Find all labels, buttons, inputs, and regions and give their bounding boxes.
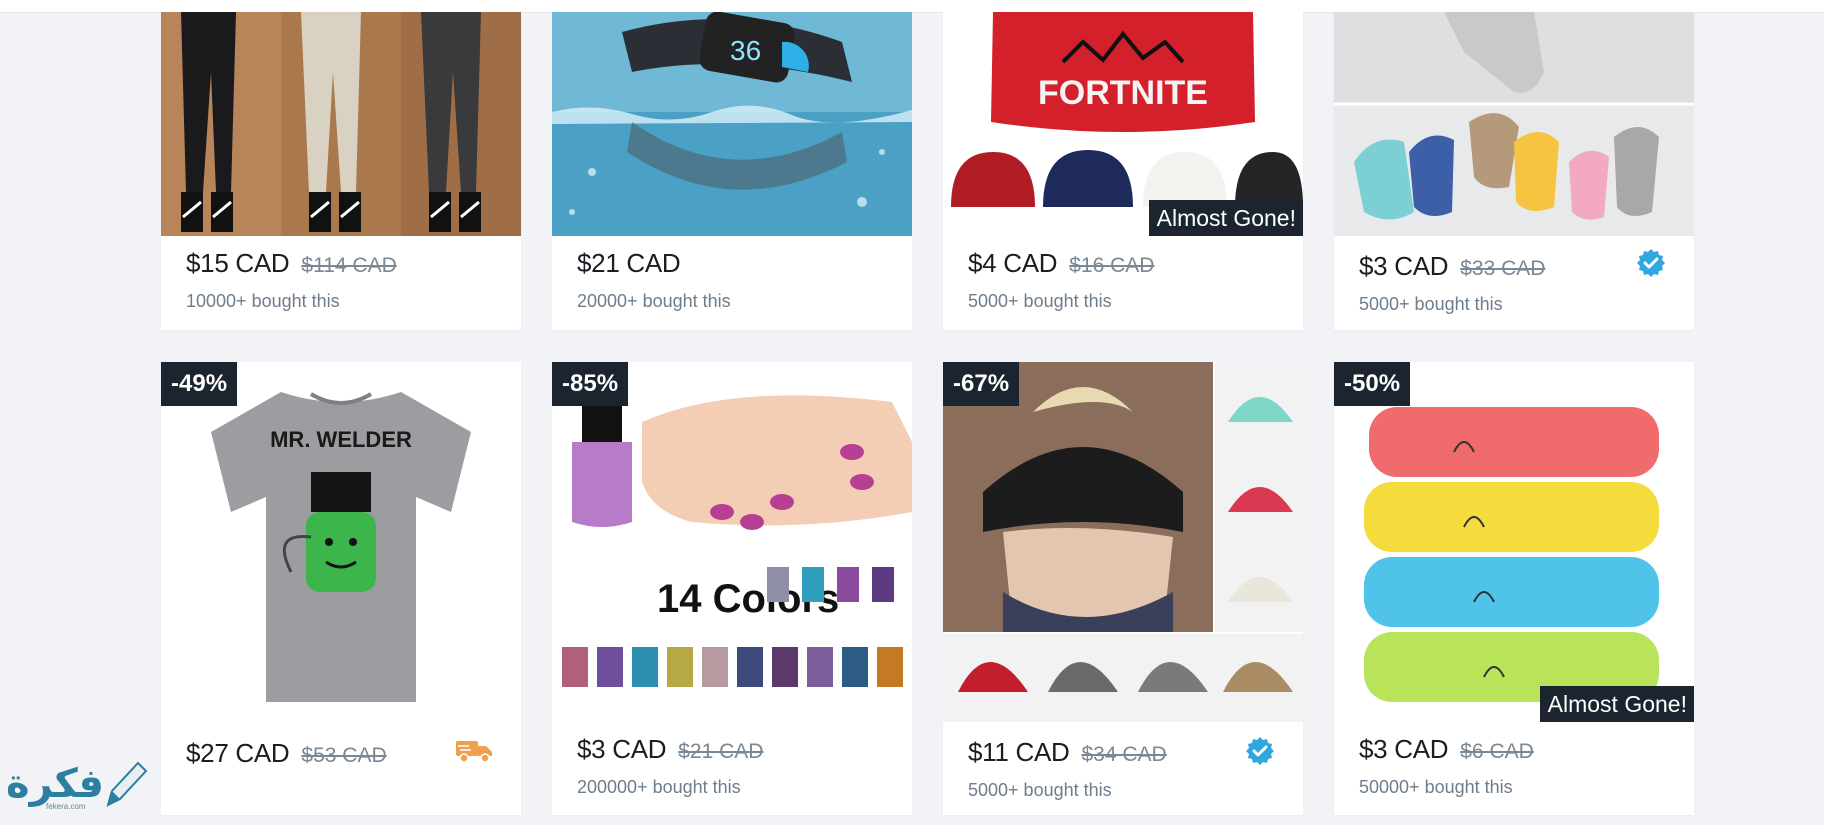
price: $15 CAD (186, 248, 290, 278)
sold-count: 200000+ bought this (577, 777, 741, 797)
discount-tag: -49% (161, 362, 238, 406)
watermark-subtext: fekera.com (46, 802, 86, 811)
product-card[interactable]: -67% $11 CAD $34 CAD 5000+ bought this (943, 362, 1303, 815)
almost-gone-tag: Almost Gone! (1148, 200, 1303, 236)
price: $3 CAD (1359, 251, 1449, 281)
sold-count: 20000+ bought this (577, 291, 731, 311)
product-grid-row-1: $15 CAD $114 CAD 10000+ bought this 36 $… (161, 12, 1694, 330)
original-price: $53 CAD (301, 744, 387, 767)
discount-tag: -85% (552, 362, 629, 406)
product-card[interactable]: 36 $21 CAD 20000+ bought this (552, 12, 912, 330)
pencil-icon (106, 761, 148, 807)
original-price: $34 CAD (1081, 743, 1167, 766)
discount-tag: -50% (1334, 362, 1411, 406)
product-image-nail-polish: 14 Colors -85% (552, 362, 912, 722)
price: $3 CAD (577, 734, 667, 764)
original-price: $114 CAD (301, 254, 397, 277)
product-image-ponytail-beanie: -67% (943, 362, 1303, 722)
product-image-towels: -50% Almost Gone! (1334, 362, 1694, 722)
verified-check-icon (1636, 248, 1666, 283)
original-price: $33 CAD (1460, 257, 1546, 280)
product-card[interactable]: 14 Colors -85% $3 CAD $21 CAD 200000+ bo… (552, 362, 912, 815)
product-image-beanies: FORTNITE Almost Gone! (943, 12, 1303, 236)
sold-count: 50000+ bought this (1359, 777, 1513, 797)
verified-check-icon (1245, 736, 1275, 771)
sold-count: 5000+ bought this (1359, 294, 1503, 314)
original-price: $16 CAD (1069, 254, 1155, 277)
product-card[interactable]: $3 CAD $33 CAD 5000+ bought this (1334, 12, 1694, 330)
product-image-joggers (161, 12, 521, 236)
discount-tag: -67% (943, 362, 1020, 406)
product-image-tshirt: MR. WELDER -49% (161, 362, 521, 722)
sold-count: 5000+ bought this (968, 291, 1112, 311)
original-price: $6 CAD (1460, 740, 1534, 763)
sold-count: 10000+ bought this (186, 291, 340, 311)
watermark-text: فكرة (6, 761, 104, 807)
watch-display: 36 (730, 35, 761, 66)
original-price: $21 CAD (678, 740, 764, 763)
product-image-baby-socks (1334, 12, 1694, 236)
product-card[interactable]: MR. WELDER -49% $27 CAD $53 CAD (161, 362, 521, 815)
product-card[interactable]: $15 CAD $114 CAD 10000+ bought this (161, 12, 521, 330)
price: $27 CAD (186, 738, 290, 768)
product-grid-row-2: MR. WELDER -49% $27 CAD $53 CAD 14 Color… (161, 362, 1694, 815)
almost-gone-tag: Almost Gone! (1539, 686, 1694, 722)
price: $4 CAD (968, 248, 1058, 278)
price: $21 CAD (577, 248, 681, 278)
delivery-truck-icon (455, 738, 493, 769)
beanie-print: FORTNITE (1038, 74, 1208, 112)
price: $3 CAD (1359, 734, 1449, 764)
tshirt-print: MR. WELDER (270, 427, 412, 452)
product-image-fitness-band: 36 (552, 12, 912, 236)
product-card[interactable]: -50% Almost Gone! $3 CAD $6 CAD 50000+ b… (1334, 362, 1694, 815)
watermark-logo: فكرة fekera.com (4, 757, 148, 811)
price: $11 CAD (968, 737, 1070, 767)
product-card[interactable]: FORTNITE Almost Gone! $4 CAD $16 CAD 500… (943, 12, 1303, 330)
sold-count: 5000+ bought this (968, 780, 1112, 800)
